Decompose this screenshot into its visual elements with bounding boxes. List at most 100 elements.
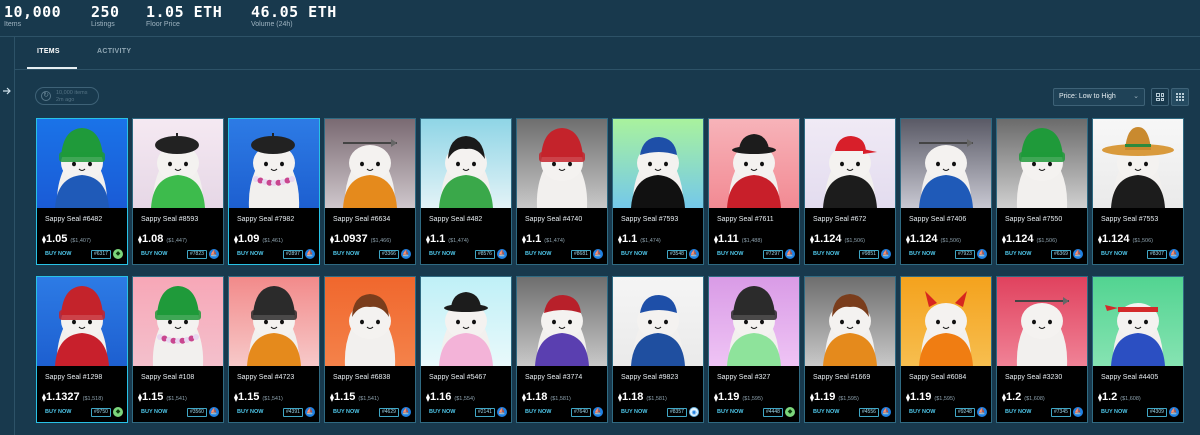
nft-card[interactable]: Sappy Seal #7593 ⧫1.1 ($1,474) BUY NOW #3… xyxy=(612,118,704,265)
nft-name[interactable]: Sappy Seal #7593 xyxy=(621,216,678,223)
nft-name[interactable]: Sappy Seal #7611 xyxy=(717,216,774,223)
looksrare-icon[interactable]: ◆ xyxy=(113,249,123,259)
nft-image[interactable] xyxy=(421,119,511,208)
nft-card[interactable]: Sappy Seal #482 ⧫1.1 ($1,474) BUY NOW #85… xyxy=(420,118,512,265)
nft-image[interactable] xyxy=(613,119,703,208)
buy-now-button[interactable]: BUY NOW xyxy=(909,251,935,257)
nft-image[interactable] xyxy=(997,119,1087,208)
nft-image[interactable] xyxy=(613,277,703,366)
buy-now-button[interactable]: BUY NOW xyxy=(909,409,935,415)
buy-now-button[interactable]: BUY NOW xyxy=(813,251,839,257)
opensea-icon[interactable]: ⛵ xyxy=(785,249,795,259)
opensea-icon[interactable]: ⛵ xyxy=(881,407,891,417)
buy-now-button[interactable]: BUY NOW xyxy=(429,251,455,257)
nft-name[interactable]: Sappy Seal #4405 xyxy=(1101,374,1158,381)
nft-card[interactable]: Sappy Seal #6084 ⧫1.19 ($1,595) BUY NOW #… xyxy=(900,276,992,423)
nft-card[interactable]: Sappy Seal #8593 ⧫1.08 ($1,447) BUY NOW #… xyxy=(132,118,224,265)
nft-name[interactable]: Sappy Seal #6634 xyxy=(333,216,390,223)
buy-now-button[interactable]: BUY NOW xyxy=(141,251,167,257)
nft-image[interactable] xyxy=(1093,277,1183,366)
nft-image[interactable] xyxy=(517,277,607,366)
nft-card[interactable]: Sappy Seal #6634 ⧫1.0937 ($1,466) BUY NOW… xyxy=(324,118,416,265)
opensea-icon[interactable]: ⛵ xyxy=(1169,249,1179,259)
nft-card[interactable]: Sappy Seal #3230 ⧫1.2 ($1,608) BUY NOW #7… xyxy=(996,276,1088,423)
nft-name[interactable]: Sappy Seal #1298 xyxy=(45,374,102,381)
nft-name[interactable]: Sappy Seal #4740 xyxy=(525,216,582,223)
buy-now-button[interactable]: BUY NOW xyxy=(621,409,647,415)
tab-items[interactable]: ITEMS xyxy=(37,48,60,55)
nft-image[interactable] xyxy=(805,119,895,208)
opensea-icon[interactable]: ⛵ xyxy=(977,407,987,417)
nft-name[interactable]: Sappy Seal #108 xyxy=(141,374,194,381)
buy-now-button[interactable]: BUY NOW xyxy=(429,409,455,415)
nft-image[interactable] xyxy=(133,119,223,208)
opensea-icon[interactable]: ⛵ xyxy=(497,407,507,417)
nft-name[interactable]: Sappy Seal #6084 xyxy=(909,374,966,381)
looksrare-icon[interactable]: ◆ xyxy=(785,407,795,417)
nft-name[interactable]: Sappy Seal #7553 xyxy=(1101,216,1158,223)
nft-name[interactable]: Sappy Seal #3774 xyxy=(525,374,582,381)
nft-card[interactable]: Sappy Seal #3774 ⧫1.18 ($1,581) BUY NOW #… xyxy=(516,276,608,423)
tab-activity[interactable]: ACTIVITY xyxy=(97,48,131,55)
nft-image[interactable] xyxy=(229,277,319,366)
nft-name[interactable]: Sappy Seal #672 xyxy=(813,216,866,223)
sort-dropdown[interactable]: Price: Low to High ⌄ xyxy=(1053,88,1145,106)
nft-card[interactable]: Sappy Seal #4405 ⧫1.2 ($1,608) BUY NOW #4… xyxy=(1092,276,1184,423)
opensea-icon[interactable]: ⛵ xyxy=(881,249,891,259)
nft-card[interactable]: Sappy Seal #327 ⧫1.19 ($1,595) BUY NOW #4… xyxy=(708,276,800,423)
nft-card[interactable]: Sappy Seal #7553 ⧫1.124 ($1,506) BUY NOW … xyxy=(1092,118,1184,265)
nft-name[interactable]: Sappy Seal #482 xyxy=(429,216,482,223)
buy-now-button[interactable]: BUY NOW xyxy=(1005,251,1031,257)
opensea-icon[interactable]: ⛵ xyxy=(497,249,507,259)
nft-image[interactable] xyxy=(421,277,511,366)
nft-image[interactable] xyxy=(37,119,127,208)
buy-now-button[interactable]: BUY NOW xyxy=(45,251,71,257)
opensea-icon[interactable]: ⛵ xyxy=(305,249,315,259)
opensea-icon[interactable]: ⛵ xyxy=(209,249,219,259)
nft-card[interactable]: Sappy Seal #672 ⧫1.124 ($1,506) BUY NOW #… xyxy=(804,118,896,265)
opensea-icon[interactable]: ⛵ xyxy=(209,407,219,417)
buy-now-button[interactable]: BUY NOW xyxy=(237,409,263,415)
nft-name[interactable]: Sappy Seal #7550 xyxy=(1005,216,1062,223)
nft-image[interactable] xyxy=(325,277,415,366)
buy-now-button[interactable]: BUY NOW xyxy=(45,409,71,415)
nft-name[interactable]: Sappy Seal #5467 xyxy=(429,374,486,381)
opensea-icon[interactable]: ⛵ xyxy=(1073,249,1083,259)
nft-image[interactable] xyxy=(37,277,127,366)
nft-name[interactable]: Sappy Seal #4723 xyxy=(237,374,294,381)
nft-image[interactable] xyxy=(901,277,991,366)
nft-card[interactable]: Sappy Seal #6838 ⧫1.15 ($1,541) BUY NOW #… xyxy=(324,276,416,423)
nft-image[interactable] xyxy=(517,119,607,208)
nft-image[interactable] xyxy=(997,277,1087,366)
buy-now-button[interactable]: BUY NOW xyxy=(141,409,167,415)
nft-image[interactable] xyxy=(709,119,799,208)
nft-name[interactable]: Sappy Seal #1669 xyxy=(813,374,870,381)
opensea-icon[interactable]: ⛵ xyxy=(401,249,411,259)
nft-card[interactable]: Sappy Seal #4723 ⧫1.15 ($1,541) BUY NOW #… xyxy=(228,276,320,423)
nft-image[interactable] xyxy=(901,119,991,208)
buy-now-button[interactable]: BUY NOW xyxy=(813,409,839,415)
buy-now-button[interactable]: BUY NOW xyxy=(1101,409,1127,415)
opensea-icon[interactable]: ⛵ xyxy=(1169,407,1179,417)
nft-card[interactable]: Sappy Seal #1669 ⧫1.19 ($1,595) BUY NOW #… xyxy=(804,276,896,423)
opensea-icon[interactable]: ⛵ xyxy=(1073,407,1083,417)
wallet-icon[interactable]: ◉ xyxy=(689,407,699,417)
opensea-icon[interactable]: ⛵ xyxy=(401,407,411,417)
buy-now-button[interactable]: BUY NOW xyxy=(525,251,551,257)
nft-image[interactable] xyxy=(133,277,223,366)
nft-name[interactable]: Sappy Seal #7982 xyxy=(237,216,294,223)
nft-image[interactable] xyxy=(1093,119,1183,208)
nft-card[interactable]: Sappy Seal #7406 ⧫1.124 ($1,506) BUY NOW … xyxy=(900,118,992,265)
nft-name[interactable]: Sappy Seal #327 xyxy=(717,374,770,381)
nft-name[interactable]: Sappy Seal #6482 xyxy=(45,216,102,223)
nft-image[interactable] xyxy=(325,119,415,208)
buy-now-button[interactable]: BUY NOW xyxy=(1101,251,1127,257)
nft-card[interactable]: Sappy Seal #9823 ⧫1.18 ($1,581) BUY NOW #… xyxy=(612,276,704,423)
buy-now-button[interactable]: BUY NOW xyxy=(717,409,743,415)
nft-name[interactable]: Sappy Seal #3230 xyxy=(1005,374,1062,381)
opensea-icon[interactable]: ⛵ xyxy=(305,407,315,417)
nft-image[interactable] xyxy=(805,277,895,366)
buy-now-button[interactable]: BUY NOW xyxy=(333,409,359,415)
looksrare-icon[interactable]: ◆ xyxy=(113,407,123,417)
nft-card[interactable]: Sappy Seal #1298 ⧫1.1327 ($1,518) BUY NOW… xyxy=(36,276,128,423)
